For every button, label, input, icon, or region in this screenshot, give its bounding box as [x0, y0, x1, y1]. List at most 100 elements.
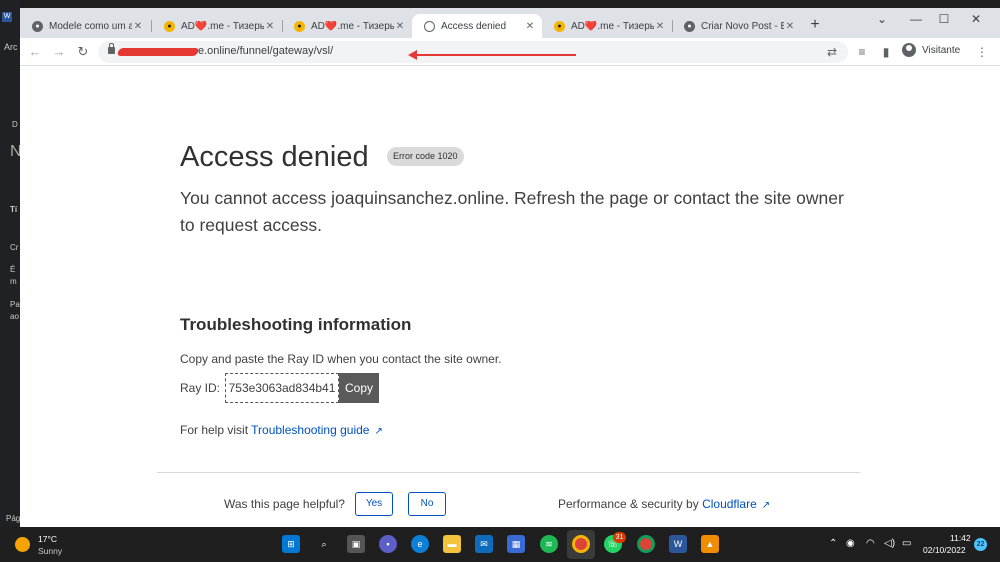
github-icon: ● [684, 20, 695, 32]
tab-search-icon[interactable]: ⌄ [872, 12, 892, 26]
adme-icon: ● [294, 20, 305, 32]
store-icon[interactable]: ▦ [507, 535, 525, 553]
background-app: W Arc D N Tí Cr É m Pa ao Pág [0, 0, 20, 527]
reload-button[interactable]: ↻ [74, 43, 92, 61]
footer-divider [157, 472, 860, 473]
volume-icon[interactable]: ◁) [884, 538, 895, 549]
tab-title: AD❤️.me - Тизеры [571, 20, 654, 32]
close-icon[interactable]: ✕ [654, 21, 666, 32]
clock-time[interactable]: 11:42 [950, 533, 971, 543]
bg-text: D [12, 120, 18, 129]
redaction-scribble [116, 48, 200, 56]
adme-icon: ● [554, 20, 565, 32]
external-link-icon: ↗ [761, 500, 771, 511]
footer-attribution: Performance & security by Cloudflare ↗ [558, 497, 770, 511]
bg-text: Pág [6, 514, 20, 523]
globe-icon [424, 20, 435, 32]
translate-icon[interactable]: ⇄ [824, 44, 840, 60]
lock-icon[interactable] [108, 43, 115, 54]
adme-icon: ● [164, 20, 175, 32]
tab-title: Criar Novo Post - Bla [701, 20, 784, 32]
tab-strip: ● Modele como um ar ✕ ● AD❤️.me - Тизеры… [20, 8, 1000, 38]
tab-title: AD❤️.me - Тизеры [311, 20, 394, 32]
back-button[interactable]: ← [26, 43, 44, 61]
browser-toolbar: ← → ↻ e.online/funnel/gateway/vsl/ ⇄ ≡ ▮… [20, 38, 1000, 66]
annotation-arrow [408, 50, 576, 60]
error-code-badge: Error code 1020 [387, 147, 464, 166]
tab-title: AD❤️.me - Тизеры [181, 20, 264, 32]
close-icon[interactable]: ✕ [524, 21, 536, 32]
menu-kebab-icon[interactable]: ⋮ [974, 44, 990, 60]
taskbar: 17°C Sunny ⊞ ⌕ ▣ ▪ e ▬ ✉ ▦ ≋ ☏ 31 W ▲ ⌃ … [0, 527, 1000, 562]
page-content: Access denied Error code 1020 You cannot… [20, 67, 1000, 527]
spotify-icon[interactable]: ≋ [540, 535, 558, 553]
search-icon[interactable]: ⌕ [315, 535, 333, 553]
tab-4-active[interactable]: Access denied ✕ [412, 14, 542, 38]
edge-icon[interactable]: e [411, 535, 429, 553]
reading-list-icon[interactable]: ≡ [854, 44, 870, 60]
minimize-button[interactable]: — [906, 12, 926, 26]
troubleshooting-guide-link[interactable]: Troubleshooting guide [251, 423, 369, 437]
feedback-yes-button[interactable]: Yes [355, 492, 393, 516]
tray-chevron-icon[interactable]: ⌃ [829, 538, 837, 549]
word-icon: W [2, 12, 12, 22]
feedback-no-button[interactable]: No [408, 492, 446, 516]
sun-icon[interactable] [15, 537, 30, 552]
helpful-question: Was this page helpful? [224, 497, 345, 511]
whatsapp-badge: 31 [613, 532, 626, 543]
browser-window: ● Modele como um ar ✕ ● AD❤️.me - Тизеры… [20, 8, 1000, 527]
cloudflare-link[interactable]: Cloudflare [702, 497, 757, 511]
address-bar[interactable]: e.online/funnel/gateway/vsl/ ⇄ [98, 41, 848, 63]
url-text: e.online/funnel/gateway/vsl/ [198, 45, 334, 57]
weather-temperature[interactable]: 17°C [38, 534, 57, 544]
profile-button[interactable]: Visitante [902, 43, 960, 57]
bg-text: Cr [10, 243, 19, 252]
bg-text: N [10, 143, 20, 160]
bg-text: ao [10, 312, 19, 321]
side-panel-icon[interactable]: ▮ [878, 44, 894, 60]
avatar-icon [902, 43, 916, 57]
chrome-profile-icon[interactable] [637, 535, 655, 553]
close-window-button[interactable]: ✕ [966, 12, 986, 26]
word-icon[interactable]: W [669, 535, 687, 553]
close-icon[interactable]: ✕ [784, 21, 796, 32]
defender-icon[interactable]: ◉ [846, 538, 855, 549]
new-tab-button[interactable]: + [806, 16, 824, 34]
bg-text: É [10, 265, 16, 274]
task-view-icon[interactable]: ▣ [347, 535, 365, 553]
tab-6[interactable]: ● Criar Novo Post - Bla ✕ [672, 14, 802, 38]
access-message: You cannot access joaquinsanchez.online.… [180, 188, 844, 235]
tab-2[interactable]: ● AD❤️.me - Тизеры ✕ [152, 14, 282, 38]
mail-icon[interactable]: ✉ [475, 535, 493, 553]
forward-button[interactable]: → [50, 43, 68, 61]
vlc-icon[interactable]: ▲ [701, 535, 719, 553]
help-prefix: For help visit [180, 423, 249, 437]
tab-title: Modele como um ar [49, 20, 132, 32]
close-icon[interactable]: ✕ [132, 21, 144, 32]
close-icon[interactable]: ✕ [394, 21, 406, 32]
copy-ray-id-button[interactable]: Copy [339, 373, 379, 403]
ray-id-label: Ray ID: [180, 381, 221, 395]
troubleshooting-text: Copy and paste the Ray ID when you conta… [180, 352, 502, 366]
help-line: For help visit Troubleshooting guide ↗ [180, 423, 383, 437]
page-title: Access denied [180, 141, 369, 173]
tab-3[interactable]: ● AD❤️.me - Тизеры ✕ [282, 14, 412, 38]
battery-icon[interactable]: ▭ [902, 538, 911, 549]
tab-title: Access denied [441, 20, 507, 32]
ray-id-value[interactable]: 753e3063ad834b41 [225, 373, 339, 403]
maximize-button[interactable]: ☐ [934, 12, 954, 26]
chrome-icon[interactable] [572, 535, 590, 553]
clock-date[interactable]: 02/10/2022 [923, 545, 966, 555]
weather-condition[interactable]: Sunny [38, 546, 62, 556]
file-explorer-icon[interactable]: ▬ [443, 535, 461, 553]
teams-chat-icon[interactable]: ▪ [379, 535, 397, 553]
troubleshooting-heading: Troubleshooting information [180, 315, 412, 334]
notification-count-badge[interactable]: 22 [974, 538, 987, 551]
tab-5[interactable]: ● AD❤️.me - Тизеры ✕ [542, 14, 672, 38]
tab-1[interactable]: ● Modele como um ar ✕ [20, 14, 150, 38]
bg-text: Pa [10, 300, 20, 309]
wifi-icon[interactable]: ◠ [866, 538, 875, 549]
close-icon[interactable]: ✕ [264, 21, 276, 32]
external-link-icon: ↗ [374, 426, 383, 437]
windows-start-icon[interactable]: ⊞ [282, 535, 300, 553]
